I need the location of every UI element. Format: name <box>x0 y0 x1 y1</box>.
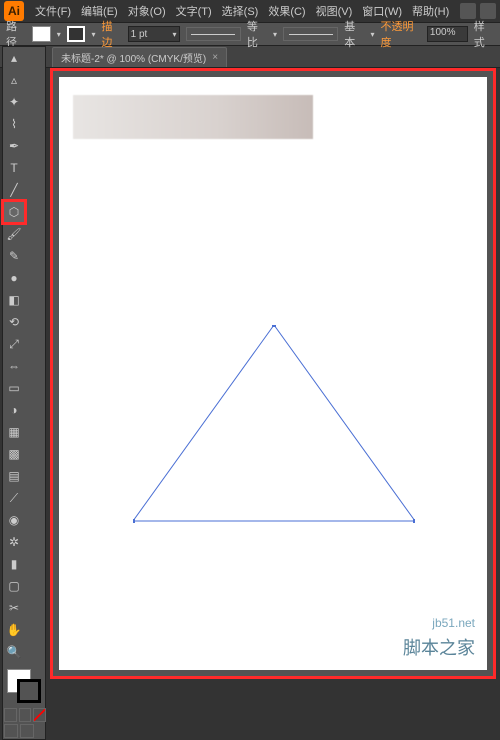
profile-preview[interactable] <box>186 27 241 41</box>
eyedropper-tool[interactable]: ⟋ <box>3 487 25 509</box>
anchor-point[interactable] <box>272 325 276 327</box>
hand-tool[interactable]: ✋ <box>3 619 25 641</box>
menu-edit[interactable]: 编辑(E) <box>76 3 123 19</box>
direct-selection-tool[interactable]: ▵ <box>3 69 25 91</box>
color-mode-row <box>3 707 47 723</box>
screen-mode-row <box>3 723 45 739</box>
triangle-shape[interactable] <box>133 325 415 521</box>
rotate-tool[interactable]: ⟲ <box>3 311 25 333</box>
stroke-weight-value: 1 pt <box>131 29 148 40</box>
triangle-path[interactable] <box>133 325 415 525</box>
stroke-menu-chevron-icon[interactable]: ▾ <box>91 30 95 39</box>
pen-tool[interactable]: ✒ <box>3 135 25 157</box>
zoom-tool[interactable]: 🔍 <box>3 641 25 663</box>
fill-swatch[interactable] <box>32 26 51 42</box>
color-mode-normal[interactable] <box>4 708 17 722</box>
column-graph-tool[interactable]: ▮ <box>3 553 25 575</box>
menu-file[interactable]: 文件(F) <box>30 3 76 19</box>
brush-chevron-icon[interactable]: ▾ <box>370 30 374 39</box>
free-transform-tool[interactable]: ▭ <box>3 377 25 399</box>
placed-image[interactable] <box>73 95 313 139</box>
color-mode-gradient[interactable] <box>19 708 32 722</box>
profile-label: 等比 <box>247 18 267 50</box>
artboard[interactable]: jb51.net 脚本之家 <box>59 77 487 670</box>
stroke-weight-dropdown[interactable]: 1 pt ▾ <box>128 26 180 42</box>
lasso-tool[interactable]: ⌇ <box>3 113 25 135</box>
anchor-point[interactable] <box>413 519 415 523</box>
blob-brush-tool[interactable]: ● <box>3 267 25 289</box>
scale-tool[interactable]: ⤢ <box>3 333 25 355</box>
artboard-tool[interactable]: ▢ <box>3 575 25 597</box>
document-tab-title: 未标题-2* @ 100% (CMYK/预览) <box>61 50 206 65</box>
fill-stroke-indicator[interactable] <box>3 667 45 707</box>
symbol-sprayer-tool[interactable]: ✲ <box>3 531 25 553</box>
menubar-right <box>460 3 496 19</box>
profile-chevron-icon[interactable]: ▾ <box>273 30 277 39</box>
type-tool[interactable]: T <box>3 157 25 179</box>
menu-object[interactable]: 对象(O) <box>123 3 171 19</box>
watermark: jb51.net 脚本之家 <box>361 610 491 664</box>
opacity-label[interactable]: 不透明度 <box>381 18 421 50</box>
menu-type[interactable]: 文字(T) <box>171 3 217 19</box>
arrange-icon[interactable] <box>480 3 496 19</box>
toolbox: ▴ ▵ ✦ ⌇ ✒ T ╱ ⬡ 🖌 ✎ ● ◧ ⟲ ⤢ ⇔ ▭ ◑ ▦ ▩ ▤ … <box>2 46 46 740</box>
paintbrush-tool[interactable]: 🖌 <box>3 223 25 245</box>
document-tab[interactable]: 未标题-2* @ 100% (CMYK/预览) × <box>52 47 227 67</box>
chevron-down-icon: ▾ <box>173 30 177 39</box>
community-icon[interactable] <box>460 3 476 19</box>
watermark-text: 脚本之家 <box>403 634 475 660</box>
width-tool[interactable]: ⇔ <box>3 355 25 377</box>
shape-builder-tool[interactable]: ◑ <box>3 399 25 421</box>
menu-effect[interactable]: 效果(C) <box>263 3 310 19</box>
screen-mode[interactable] <box>4 724 18 738</box>
color-mode-none[interactable] <box>33 708 46 722</box>
menu-view[interactable]: 视图(V) <box>311 3 358 19</box>
polygon-tool[interactable]: ⬡ <box>3 201 25 223</box>
opacity-input[interactable]: 100% <box>427 26 468 42</box>
style-label: 样式 <box>474 18 494 50</box>
slice-tool[interactable]: ✂ <box>3 597 25 619</box>
close-icon[interactable]: × <box>212 52 218 63</box>
pencil-tool[interactable]: ✎ <box>3 245 25 267</box>
stroke-swatch[interactable] <box>67 26 86 42</box>
magic-wand-tool[interactable]: ✦ <box>3 91 25 113</box>
anchor-point[interactable] <box>133 519 135 523</box>
brush-preview[interactable] <box>283 27 338 41</box>
brush-label: 基本 <box>344 18 364 50</box>
line-segment-tool[interactable]: ╱ <box>3 179 25 201</box>
change-screen-mode[interactable] <box>20 724 34 738</box>
menu-select[interactable]: 选择(S) <box>217 3 264 19</box>
canvas-area: jb51.net 脚本之家 <box>50 68 496 679</box>
gradient-tool[interactable]: ▤ <box>3 465 25 487</box>
watermark-url: jb51.net <box>432 616 475 630</box>
menu-help[interactable]: 帮助(H) <box>407 3 454 19</box>
control-bar: 路径 ▾ ▾ 描边 1 pt ▾ 等比 ▾ 基本 ▾ 不透明度 100% 样式 <box>0 22 500 46</box>
perspective-grid-tool[interactable]: ▦ <box>3 421 25 443</box>
blend-tool[interactable]: ◉ <box>3 509 25 531</box>
selection-tool[interactable]: ▴ <box>3 47 25 69</box>
eraser-tool[interactable]: ◧ <box>3 289 25 311</box>
stroke-label[interactable]: 描边 <box>101 18 121 50</box>
menu-window[interactable]: 窗口(W) <box>357 3 407 19</box>
fill-menu-chevron-icon[interactable]: ▾ <box>57 30 61 39</box>
mesh-tool[interactable]: ▩ <box>3 443 25 465</box>
